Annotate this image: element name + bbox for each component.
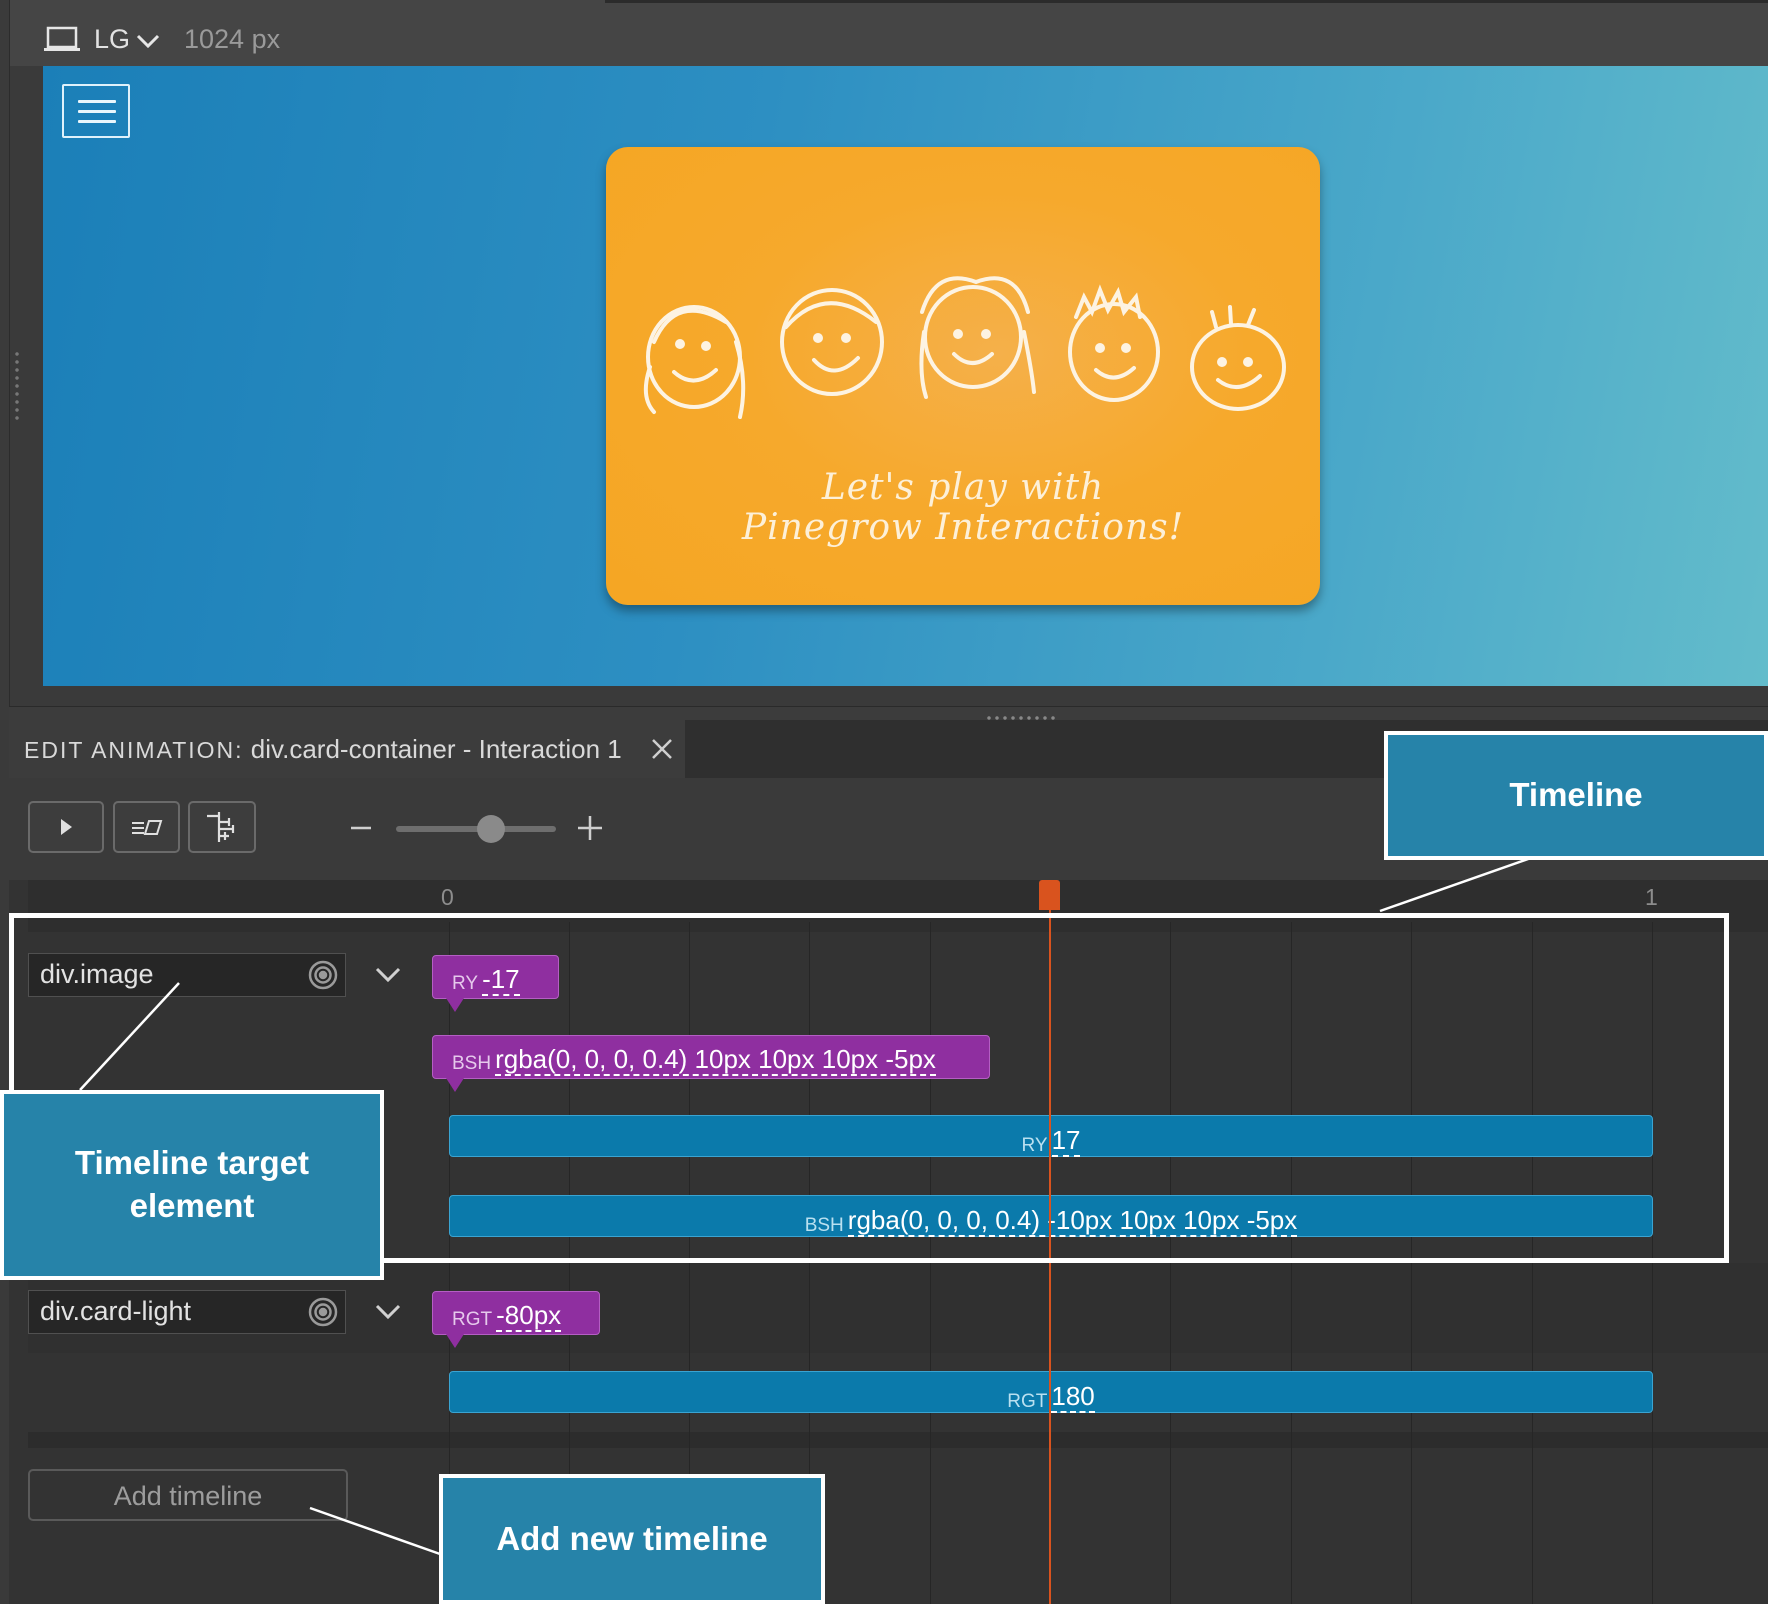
- timeline-section-divider: [28, 1432, 1768, 1448]
- page-preview[interactable]: Let's play with Pinegrow Interactions!: [43, 66, 1768, 686]
- callout-add-timeline: Add new timeline: [439, 1474, 825, 1604]
- viewport-width-label: 1024 px: [184, 24, 281, 54]
- timeline-view-button[interactable]: [113, 801, 180, 853]
- ruler-label-start: 0: [441, 884, 454, 910]
- card-caption-line-2: Pinegrow Interactions!: [741, 507, 1185, 548]
- left-gutter: [0, 0, 10, 720]
- play-button[interactable]: [28, 801, 104, 853]
- chevron-down-icon[interactable]: [373, 1301, 403, 1323]
- toolbar-edge: [605, 0, 1768, 3]
- callout-target-line-2: element: [129, 1187, 255, 1224]
- panel-title: EDIT ANIMATION: div.card-container - Int…: [24, 734, 622, 765]
- callout-add-timeline-text: Add new timeline: [496, 1519, 768, 1557]
- play-icon: [61, 819, 72, 835]
- callout-target-line-1: Timeline target: [74, 1144, 310, 1182]
- laptop-icon[interactable]: [44, 26, 80, 54]
- tween-bar[interactable]: RGT 180: [449, 1371, 1653, 1413]
- card-container[interactable]: Let's play with Pinegrow Interactions!: [606, 147, 1320, 605]
- add-timeline-button[interactable]: Add timeline: [28, 1469, 348, 1521]
- stagger-button[interactable]: [188, 801, 256, 853]
- callout-target-element: Timeline target element: [0, 1090, 384, 1280]
- keyframe-prop-label: RGT: [452, 1309, 493, 1330]
- chevron-down-icon[interactable]: [135, 32, 161, 50]
- callout-timeline-text: Timeline: [1509, 776, 1643, 814]
- tree-icon: [207, 812, 235, 842]
- zoom-out-icon[interactable]: [349, 816, 373, 840]
- zoom-in-icon[interactable]: [576, 814, 604, 842]
- ruler-label-end: 1: [1645, 884, 1658, 910]
- tween-value[interactable]: 180: [1051, 1381, 1095, 1413]
- kids-drawing-image: [643, 276, 1286, 419]
- device-size-label[interactable]: LG: [94, 24, 130, 55]
- panel-title-name: div.card-container - Interaction 1: [250, 734, 622, 764]
- panel-splitter[interactable]: [9, 706, 1768, 721]
- keyframe-value[interactable]: -80px: [496, 1300, 562, 1332]
- zoom-slider-thumb[interactable]: [477, 815, 505, 843]
- timeline-target-name: div.card-light: [40, 1296, 192, 1326]
- close-icon[interactable]: [650, 737, 674, 761]
- vertical-resize-handle[interactable]: [15, 350, 19, 420]
- keyframe-property[interactable]: RGT -80px: [432, 1291, 600, 1348]
- target-icon[interactable]: [307, 1296, 339, 1328]
- menu-icon[interactable]: [62, 84, 130, 138]
- add-timeline-label: Add timeline: [113, 1481, 263, 1511]
- zoom-slider[interactable]: [396, 826, 556, 832]
- callout-timeline: Timeline: [1384, 731, 1768, 860]
- timeline-target-field[interactable]: div.card-light: [28, 1290, 346, 1334]
- tween-prop-label: RGT: [1007, 1391, 1048, 1412]
- list-view-icon: [131, 820, 162, 835]
- panel-title-prefix: EDIT ANIMATION:: [24, 737, 244, 763]
- card-caption-line-1: Let's play with: [821, 467, 1105, 508]
